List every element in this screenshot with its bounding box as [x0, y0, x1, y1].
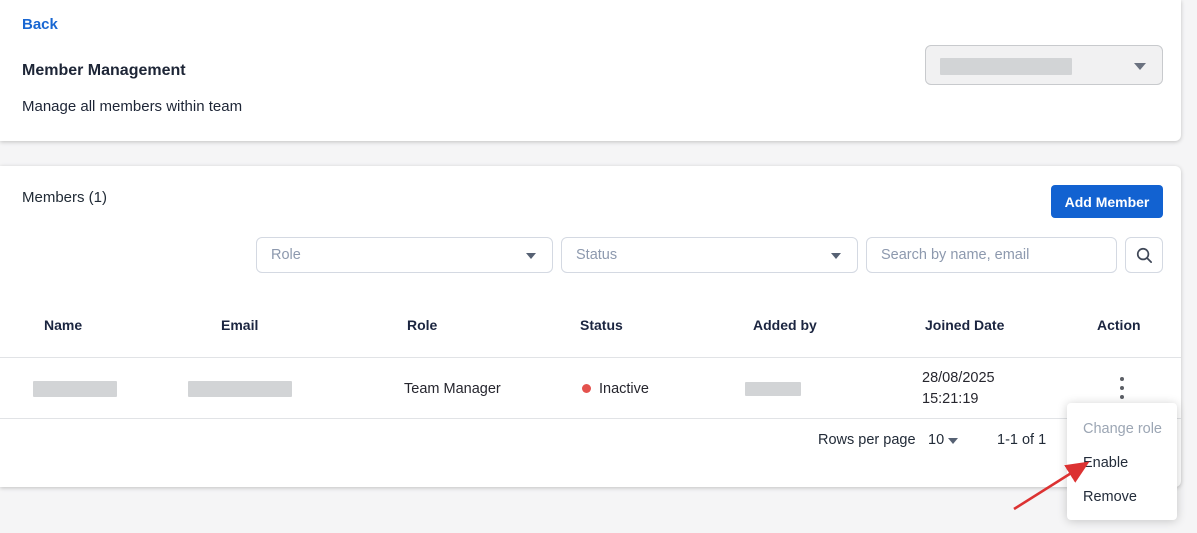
team-select-redacted-value — [940, 58, 1072, 75]
members-count-title: Members (1) — [22, 189, 107, 206]
search-icon — [1135, 246, 1154, 265]
table-header-row: Name Email Role Status Added by Joined D… — [0, 317, 1181, 331]
menu-item-enable[interactable]: Enable — [1083, 455, 1128, 471]
column-header-action: Action — [1097, 317, 1141, 333]
chevron-down-icon — [1134, 63, 1146, 70]
table-row: Team Manager Inactive 28/08/2025 15:21:1… — [0, 357, 1181, 419]
page-subtitle: Manage all members within team — [22, 98, 242, 115]
page-title: Member Management — [22, 62, 186, 80]
chevron-down-icon[interactable] — [948, 438, 958, 444]
search-button[interactable] — [1125, 237, 1163, 273]
member-name-redacted — [33, 381, 117, 397]
member-joined-time: 15:21:19 — [922, 391, 978, 407]
member-role: Team Manager — [404, 381, 501, 397]
rows-per-page-label: Rows per page — [818, 432, 916, 448]
column-header-role: Role — [407, 317, 437, 333]
team-select[interactable] — [925, 45, 1163, 85]
pagination-bar: Rows per page 10 1-1 of 1 — [0, 432, 1181, 454]
column-header-added-by: Added by — [753, 317, 817, 333]
menu-item-remove[interactable]: Remove — [1083, 489, 1137, 505]
search-field-container — [866, 237, 1117, 273]
add-member-button[interactable]: Add Member — [1051, 185, 1163, 218]
role-filter-select[interactable]: Role — [256, 237, 553, 273]
pagination-range-label: 1-1 of 1 — [997, 432, 1046, 448]
rows-per-page-value[interactable]: 10 — [928, 432, 944, 448]
status-filter-select[interactable]: Status — [561, 237, 858, 273]
menu-item-change-role: Change role — [1083, 421, 1162, 437]
status-filter-placeholder: Status — [576, 247, 617, 263]
role-filter-placeholder: Role — [271, 247, 301, 263]
column-header-joined-date: Joined Date — [925, 317, 1004, 333]
column-header-status: Status — [580, 317, 623, 333]
chevron-down-icon — [831, 253, 841, 259]
chevron-down-icon — [526, 253, 536, 259]
members-card: Members (1) Add Member Role Status Name … — [0, 166, 1181, 487]
row-action-menu: Change role Enable Remove — [1067, 403, 1177, 520]
member-status: Inactive — [599, 381, 649, 397]
filter-row: Role Status — [0, 237, 1181, 273]
search-input[interactable] — [881, 247, 1102, 263]
status-inactive-dot-icon — [582, 384, 591, 393]
member-email-redacted — [188, 381, 292, 397]
column-header-name: Name — [44, 317, 82, 333]
member-joined-date: 28/08/2025 — [922, 370, 995, 386]
back-link[interactable]: Back — [22, 16, 58, 33]
column-header-email: Email — [221, 317, 258, 333]
page-header-card: Back Member Management Manage all member… — [0, 0, 1181, 141]
member-added-by-redacted — [745, 382, 801, 396]
